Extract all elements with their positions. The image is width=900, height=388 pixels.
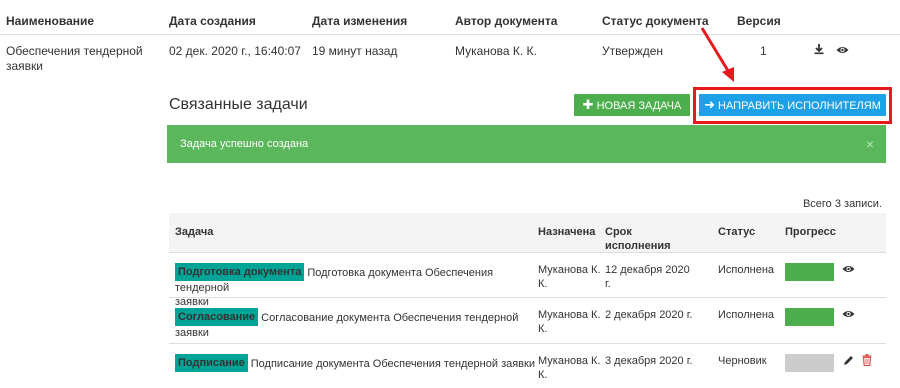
header-assigned: Назначена — [538, 226, 596, 238]
progress-bar — [785, 354, 834, 372]
annotation-arrow — [700, 27, 734, 82]
task-assigned: Муканова К. К. — [538, 263, 601, 291]
eye-icon[interactable] — [842, 309, 855, 323]
task-deadline-line1: 12 декабря 2020 — [605, 264, 690, 276]
task-assigned-line1: Муканова К. — [538, 355, 601, 367]
related-tasks-title: Связанные задачи — [169, 96, 308, 113]
document-created: 02 дек. 2020 г., 16:40:07 — [169, 44, 301, 58]
document-name-line2: заявки — [6, 59, 44, 73]
total-records: Всего 3 записи. — [802, 198, 882, 210]
document-status: Утвержден — [602, 44, 664, 58]
table-row[interactable]: Подготовка документа Подготовка документа… — [169, 253, 886, 308]
document-name-line1: Обеспечения тендерной — [6, 44, 143, 58]
new-task-button[interactable]: ✚ НОВАЯ ЗАДАЧА — [574, 94, 690, 116]
close-icon[interactable]: × — [866, 136, 874, 152]
trash-icon[interactable] — [862, 354, 872, 370]
eye-icon[interactable] — [842, 264, 855, 278]
header-author: Автор документа — [455, 14, 558, 28]
task-status: Исполнена — [718, 309, 775, 321]
task-assigned: Муканова К. К. — [538, 354, 601, 382]
task-assigned-line2: К. — [538, 369, 548, 381]
task-deadline: 3 декабря 2020 г. — [605, 355, 693, 367]
header-deadline: Срок исполнения — [605, 225, 671, 253]
document-modified: 19 минут назад — [312, 44, 398, 58]
task-assigned: Муканова К. К. — [538, 308, 601, 336]
annotation-highlight-box — [693, 87, 892, 124]
header-deadline-line2: исполнения — [605, 240, 671, 252]
progress-bar — [785, 308, 834, 326]
header-name: Наименование — [6, 14, 95, 28]
task-title[interactable]: Подписание Подписание документа Обеспечен… — [175, 354, 535, 372]
header-status: Статус — [718, 226, 756, 238]
task-type-badge: Подписание — [175, 354, 248, 372]
plus-icon: ✚ — [582, 97, 594, 112]
header-task: Задача — [175, 226, 214, 238]
task-deadline-line2: г. — [605, 278, 611, 290]
header-created: Дата создания — [169, 14, 256, 28]
task-deadline: 2 декабря 2020 г. — [605, 309, 693, 321]
task-type-badge: Подготовка документа — [175, 263, 305, 281]
task-title[interactable]: Согласование Согласование документа Обесп… — [175, 308, 535, 340]
tasks-table-header: Задача Назначена Срок исполнения Статус … — [169, 213, 886, 253]
header-progress: Прогресс — [785, 226, 836, 238]
task-status: Исполнена — [718, 264, 775, 276]
eye-icon[interactable] — [836, 44, 849, 58]
table-row[interactable]: Подписание Подписание документа Обеспечен… — [169, 344, 886, 388]
header-version: Версия — [737, 14, 781, 28]
header-status: Статус документа — [602, 14, 709, 28]
new-task-label: НОВАЯ ЗАДАЧА — [596, 100, 682, 112]
task-assigned-line2: К. — [538, 323, 548, 335]
header-modified: Дата изменения — [312, 14, 408, 28]
task-title-line1: Подписание документа Обеспечения тендерн… — [250, 358, 535, 370]
success-alert: Задача успешно создана × — [167, 125, 886, 163]
document-version: 1 — [760, 44, 767, 58]
task-assigned-line1: Муканова К. — [538, 309, 601, 321]
document-table-header: Наименование Дата создания Дата изменени… — [0, 0, 900, 35]
document-row: Обеспечения тендерной заявки 02 дек. 202… — [0, 35, 900, 85]
task-status: Черновик — [718, 355, 767, 367]
table-row[interactable]: Согласование Согласование документа Обесп… — [169, 298, 886, 344]
task-type-badge: Согласование — [175, 308, 259, 326]
pencil-icon[interactable] — [843, 355, 854, 370]
task-deadline: 12 декабря 2020 г. — [605, 263, 690, 291]
header-deadline-line1: Срок — [605, 226, 632, 238]
document-name: Обеспечения тендерной заявки — [6, 44, 143, 74]
task-assigned-line2: К. — [538, 278, 548, 290]
document-author: Муканова К. К. — [455, 44, 537, 58]
task-assigned-line1: Муканова К. — [538, 264, 601, 276]
alert-message: Задача успешно создана — [180, 138, 309, 150]
progress-bar — [785, 263, 834, 281]
download-icon[interactable] — [813, 43, 825, 58]
